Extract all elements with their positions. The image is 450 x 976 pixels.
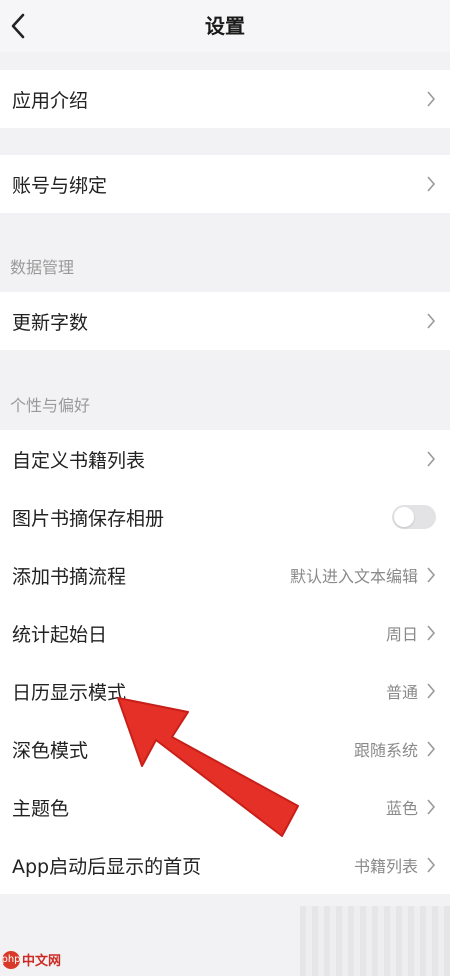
watermark-text: 中文网 [22,954,62,969]
row-label: 主题色 [12,797,70,820]
chevron-right-icon [424,739,438,759]
row-account-binding[interactable]: 账号与绑定 [0,155,450,213]
row-value: 默认进入文本编辑 [289,567,418,586]
row-save-excerpt-image: 图片书摘保存相册 [0,488,450,546]
chevron-right-icon [424,89,438,109]
chevron-right-icon [424,311,438,331]
row-label: 自定义书籍列表 [12,449,146,472]
row-value: 周日 [385,625,418,644]
blurred-region [300,906,450,976]
row-label: 账号与绑定 [12,174,108,197]
chevron-right-icon [424,681,438,701]
row-label: 添加书摘流程 [12,565,127,588]
toggle-knob [394,507,414,527]
row-label: 日历显示模式 [12,681,127,704]
row-label: 统计起始日 [12,623,108,646]
watermark: php 中文网 [1,950,62,969]
row-value: 跟随系统 [353,741,418,760]
page-title: 设置 [205,14,245,38]
row-label: App启动后显示的首页 [12,855,202,878]
row-calendar-mode[interactable]: 日历显示模式 普通 [0,662,450,720]
row-value: 蓝色 [385,799,418,818]
chevron-right-icon [424,174,438,194]
save-to-album-toggle[interactable] [392,505,436,529]
row-value: 书籍列表 [353,857,418,876]
row-launch-home[interactable]: App启动后显示的首页 书籍列表 [0,836,450,894]
row-theme-color[interactable]: 主题色 蓝色 [0,778,450,836]
nav-bar: 设置 [0,0,450,52]
section-title-data: 数据管理 [10,258,75,277]
group-intro: 应用介绍 [0,70,450,128]
chevron-right-icon [424,855,438,875]
row-label: 应用介绍 [12,89,89,112]
row-custom-book-list[interactable]: 自定义书籍列表 [0,430,450,488]
row-label: 深色模式 [12,739,89,762]
group-prefs: 自定义书籍列表 图片书摘保存相册 添加书摘流程 默认进入文本编辑 统计起始日 周… [0,430,450,894]
section-title-prefs: 个性与偏好 [10,396,91,415]
chevron-right-icon [424,449,438,469]
watermark-logo: php [1,950,21,969]
row-dark-mode[interactable]: 深色模式 跟随系统 [0,720,450,778]
chevron-right-icon [424,797,438,817]
row-label: 图片书摘保存相册 [12,507,165,530]
chevron-right-icon [424,623,438,643]
row-app-intro[interactable]: 应用介绍 [0,70,450,128]
row-stats-start-day[interactable]: 统计起始日 周日 [0,604,450,662]
row-add-excerpt-flow[interactable]: 添加书摘流程 默认进入文本编辑 [0,546,450,604]
chevron-right-icon [424,565,438,585]
row-label: 更新字数 [12,311,89,334]
group-account: 账号与绑定 [0,155,450,213]
row-update-words[interactable]: 更新字数 [0,292,450,350]
row-value: 普通 [385,683,418,702]
group-data: 更新字数 [0,292,450,350]
